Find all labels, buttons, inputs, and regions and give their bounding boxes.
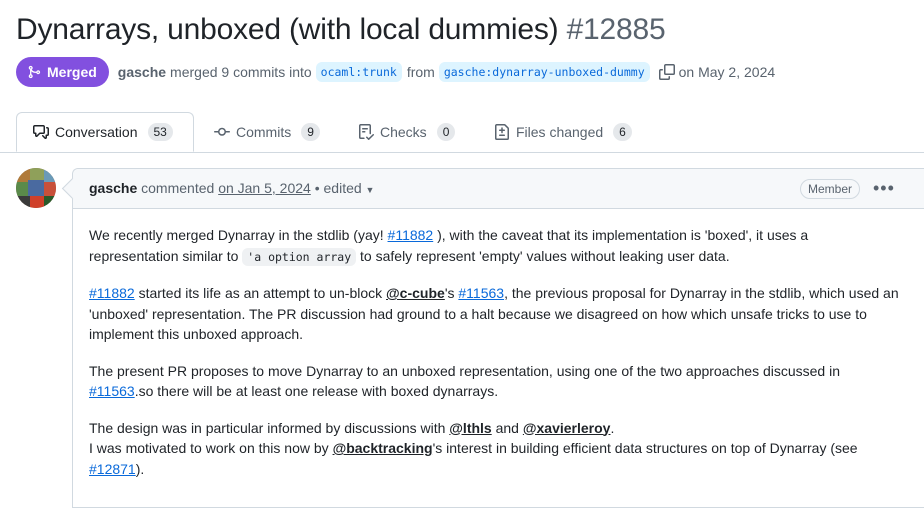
- pr-meta: Merged gasche merged 9 commits into ocam…: [16, 57, 775, 87]
- merged-status-badge: Merged: [16, 57, 109, 87]
- chevron-down-icon: ▼: [365, 185, 375, 195]
- user-mention-link[interactable]: @lthls: [449, 420, 491, 436]
- copy-icon[interactable]: [658, 64, 675, 80]
- tab-checks[interactable]: Checks 0: [358, 112, 456, 152]
- comment-meta: gasche commented on Jan 5, 2024 • edited…: [89, 180, 374, 196]
- merged-text: merged 9 commits into: [170, 64, 312, 80]
- tab-checks-label: Checks: [380, 124, 427, 140]
- avatar[interactable]: [16, 168, 56, 208]
- member-badge: Member: [800, 179, 861, 199]
- from-text: from: [406, 64, 435, 80]
- issue-link[interactable]: #11563: [89, 383, 135, 399]
- comment-caret: [61, 177, 84, 200]
- user-mention-link[interactable]: @backtracking: [333, 440, 433, 456]
- tab-conversation[interactable]: Conversation 53: [16, 112, 194, 152]
- comment-paragraph-2: #11882 started its life as an attempt to…: [89, 283, 899, 345]
- text-span: 's interest in building efficient data s…: [432, 440, 858, 456]
- comment-edited-label: • edited: [314, 180, 362, 196]
- checklist-icon: [359, 124, 374, 140]
- comment-box: gasche commented on Jan 5, 2024 • edited…: [61, 168, 924, 508]
- text-span: ).: [135, 460, 145, 477]
- comment-paragraph-1: We recently merged Dynarray in the stdli…: [89, 225, 899, 267]
- inline-code: 'a option array: [242, 247, 357, 266]
- text-span: The design was in particular informed by…: [89, 419, 450, 436]
- base-branch-link[interactable]: ocaml:trunk: [315, 62, 402, 82]
- comment-body: We recently merged Dynarray in the stdli…: [89, 225, 899, 495]
- comment-edited-dropdown[interactable]: • edited ▼: [315, 180, 375, 196]
- tab-files-changed[interactable]: Files changed 6: [494, 112, 632, 152]
- comment-discussion-icon: [33, 125, 49, 139]
- issue-link[interactable]: #11563: [458, 285, 504, 301]
- text-span: to safely represent 'empty' values witho…: [356, 247, 730, 264]
- comment-header: gasche commented on Jan 5, 2024 • edited…: [61, 169, 924, 209]
- pr-author-link[interactable]: gasche: [118, 64, 166, 80]
- kebab-horizontal-icon[interactable]: •••: [873, 179, 895, 197]
- text-span: and: [491, 419, 523, 436]
- tab-conversation-label: Conversation: [55, 124, 138, 140]
- comment-author-link[interactable]: gasche: [89, 180, 137, 196]
- text-span: We recently merged Dynarray in the stdli…: [89, 227, 388, 243]
- text-span: .so there will be at least one release w…: [134, 383, 499, 399]
- merged-date: on May 2, 2024: [678, 64, 776, 80]
- git-commit-icon: [214, 127, 230, 136]
- issue-link[interactable]: #11882: [388, 227, 434, 243]
- merged-status-label: Merged: [47, 64, 97, 80]
- head-branch-link[interactable]: gasche:dynarray-unboxed-dummy: [438, 62, 650, 82]
- tab-files-changed-count: 6: [613, 123, 632, 141]
- tab-commits-label: Commits: [236, 124, 292, 140]
- tab-conversation-count: 53: [147, 123, 173, 141]
- tab-checks-count: 0: [436, 123, 456, 141]
- text-span: started its life as an attempt to un-blo…: [134, 285, 387, 301]
- text-span: .: [610, 419, 615, 436]
- text-span: The present PR proposes to move Dynarray…: [89, 362, 841, 379]
- issue-link[interactable]: #11882: [89, 285, 135, 301]
- comment-date-link[interactable]: on Jan 5, 2024: [218, 180, 311, 196]
- pr-title: Dynarrays, unboxed (with local dummies): [16, 13, 559, 46]
- pr-title-row: Dynarrays, unboxed (with local dummies) …: [16, 10, 666, 50]
- tab-commits-count: 9: [301, 123, 320, 141]
- tab-files-changed-label: Files changed: [516, 124, 604, 140]
- git-merge-icon: [28, 65, 41, 79]
- comment-action: commented: [141, 180, 215, 196]
- issue-link[interactable]: #12871: [89, 461, 136, 477]
- text-span: I was motivated to work on this now by: [89, 440, 333, 456]
- comment-paragraph-4: The design was in particular informed by…: [89, 418, 899, 480]
- user-mention-link[interactable]: @xavierleroy: [523, 420, 611, 436]
- tab-commits[interactable]: Commits 9: [214, 112, 320, 152]
- user-mention-link[interactable]: @c-cube: [386, 285, 445, 301]
- pr-number: #12885: [566, 13, 666, 46]
- file-diff-icon: [495, 124, 509, 140]
- text-span: 's: [444, 285, 459, 301]
- pr-tabs: Conversation 53 Commits 9 Checks 0 Files…: [0, 112, 924, 153]
- comment-paragraph-3: The present PR proposes to move Dynarray…: [89, 361, 899, 402]
